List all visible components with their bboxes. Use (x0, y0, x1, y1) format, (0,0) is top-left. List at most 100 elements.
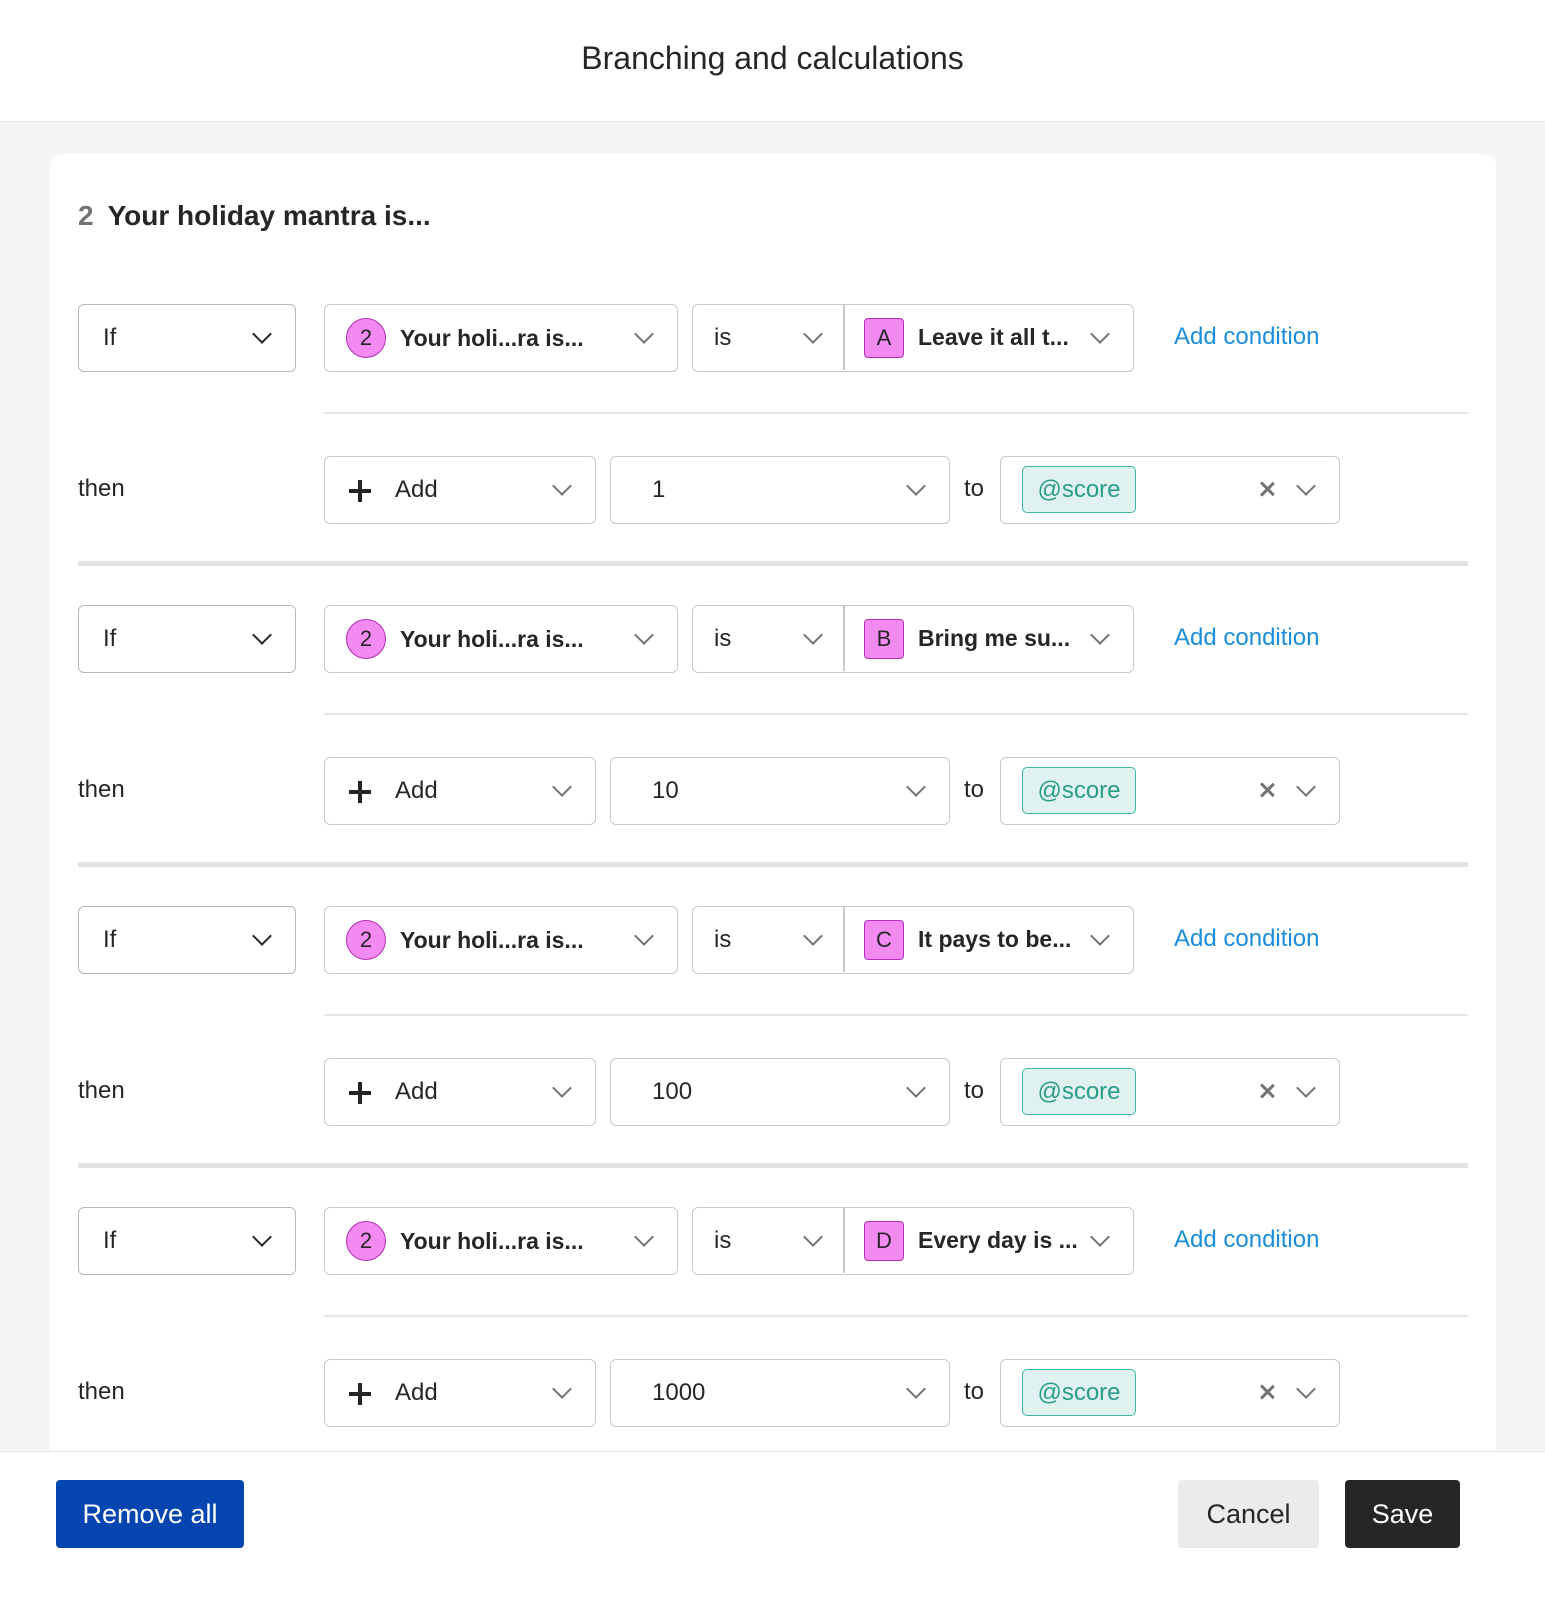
variable-dropdown[interactable]: @score (1000, 456, 1340, 524)
then-label: then (78, 1378, 125, 1405)
if-dropdown[interactable]: If (78, 906, 296, 974)
chevron-down-icon[interactable] (803, 926, 823, 946)
chevron-down-icon[interactable] (1090, 625, 1110, 645)
remove-all-button[interactable]: Remove all (56, 1480, 244, 1548)
choice-dropdown[interactable]: Leave it all t... (918, 324, 1069, 351)
variable-dropdown[interactable]: @score (1000, 757, 1340, 825)
divider (843, 606, 845, 671)
question-dropdown-label: Your holi...ra is... (400, 324, 584, 351)
variable-tag: @score (1022, 466, 1136, 513)
operator-dropdown[interactable]: is (714, 625, 731, 653)
if-dropdown[interactable]: If (78, 304, 296, 372)
value-dropdown[interactable]: 10 (610, 757, 950, 825)
value-dropdown[interactable]: 1000 (610, 1359, 950, 1427)
question-number-badge: 2 (346, 619, 386, 659)
question-dropdown-label: Your holi...ra is... (400, 926, 584, 953)
modal-title: Branching and calculations (581, 40, 964, 76)
clear-icon[interactable] (1257, 780, 1277, 800)
logic-rule: If 2 Your holi...ra is... is B Bring me … (78, 605, 1468, 905)
chevron-down-icon[interactable] (803, 1227, 823, 1247)
chevron-down-icon[interactable] (1090, 324, 1110, 344)
action-dropdown[interactable]: Add (324, 456, 596, 524)
if-dropdown[interactable]: If (78, 1207, 296, 1275)
question-card: 2 Your holiday mantra is... If 2 Your hol… (50, 154, 1496, 1480)
choice-letter-badge: B (864, 619, 904, 659)
to-label: to (964, 776, 985, 803)
add-condition-link[interactable]: Add condition (1174, 323, 1319, 351)
chevron-down-icon[interactable] (1296, 777, 1316, 797)
question-dropdown[interactable]: 2 Your holi...ra is... (324, 605, 678, 673)
clear-icon[interactable] (1257, 1081, 1277, 1101)
clear-icon[interactable] (1257, 479, 1277, 499)
chevron-down-icon[interactable] (803, 625, 823, 645)
action-dropdown[interactable]: Add (324, 1359, 596, 1427)
variable-dropdown[interactable]: @score (1000, 1058, 1340, 1126)
if-dropdown[interactable]: If (78, 605, 296, 673)
chevron-down-icon (252, 324, 272, 344)
chevron-down-icon (252, 625, 272, 645)
choice-letter-badge: C (864, 920, 904, 960)
chevron-down-icon (634, 926, 654, 946)
operator-dropdown[interactable]: is (714, 1227, 731, 1255)
chevron-down-icon (552, 476, 572, 496)
save-button[interactable]: Save (1345, 1480, 1460, 1548)
choice-dropdown[interactable]: Every day is ... (918, 1227, 1078, 1254)
operator-dropdown[interactable]: is (714, 324, 731, 352)
to-label: to (964, 1378, 985, 1405)
chevron-down-icon[interactable] (1090, 1227, 1110, 1247)
rule-divider (78, 561, 1468, 566)
question-number-badge: 2 (346, 318, 386, 358)
divider (843, 1208, 845, 1273)
question-dropdown[interactable]: 2 Your holi...ra is... (324, 906, 678, 974)
cancel-button[interactable]: Cancel (1178, 1480, 1319, 1548)
variable-dropdown[interactable]: @score (1000, 1359, 1340, 1427)
action-label: Add (395, 1078, 438, 1105)
plus-icon (349, 480, 371, 502)
modal-header: Branching and calculations (0, 0, 1545, 122)
choice-dropdown[interactable]: It pays to be... (918, 926, 1071, 953)
add-condition-link[interactable]: Add condition (1174, 925, 1319, 953)
if-label: If (103, 926, 117, 953)
modal-footer: Remove all Cancel Save (0, 1451, 1545, 1600)
chevron-down-icon (552, 777, 572, 797)
action-dropdown[interactable]: Add (324, 1058, 596, 1126)
logic-rule: If 2 Your holi...ra is... is A Leave it … (78, 304, 1468, 604)
then-label: then (78, 475, 125, 502)
logic-rule: If 2 Your holi...ra is... is D Every day… (78, 1207, 1468, 1480)
chevron-down-icon (552, 1379, 572, 1399)
clear-icon[interactable] (1257, 1382, 1277, 1402)
value-label: 10 (652, 777, 679, 804)
to-label: to (964, 475, 985, 502)
chevron-down-icon[interactable] (1296, 476, 1316, 496)
value-label: 1 (652, 476, 666, 503)
chevron-down-icon (906, 476, 926, 496)
divider (324, 1014, 1468, 1016)
plus-icon (349, 1383, 371, 1405)
chevron-down-icon (634, 625, 654, 645)
divider (843, 907, 845, 972)
question-dropdown[interactable]: 2 Your holi...ra is... (324, 1207, 678, 1275)
question-number-badge: 2 (346, 1221, 386, 1261)
divider (324, 713, 1468, 715)
question-number: 2 (78, 200, 94, 231)
add-condition-link[interactable]: Add condition (1174, 1226, 1319, 1254)
chevron-down-icon[interactable] (803, 324, 823, 344)
value-label: 1000 (652, 1379, 706, 1406)
value-dropdown[interactable]: 100 (610, 1058, 950, 1126)
choice-dropdown[interactable]: Bring me su... (918, 625, 1070, 652)
question-number-badge: 2 (346, 920, 386, 960)
add-condition-link[interactable]: Add condition (1174, 624, 1319, 652)
chevron-down-icon (552, 1078, 572, 1098)
condition-group: is C It pays to be... (692, 906, 1134, 974)
action-dropdown[interactable]: Add (324, 757, 596, 825)
operator-dropdown[interactable]: is (714, 926, 731, 954)
chevron-down-icon[interactable] (1090, 926, 1110, 946)
divider (324, 1315, 1468, 1317)
chevron-down-icon (906, 1379, 926, 1399)
value-dropdown[interactable]: 1 (610, 456, 950, 524)
if-label: If (103, 1227, 117, 1254)
chevron-down-icon[interactable] (1296, 1078, 1316, 1098)
question-title: Your holiday mantra is... (107, 200, 431, 231)
chevron-down-icon[interactable] (1296, 1379, 1316, 1399)
question-dropdown[interactable]: 2 Your holi...ra is... (324, 304, 678, 372)
